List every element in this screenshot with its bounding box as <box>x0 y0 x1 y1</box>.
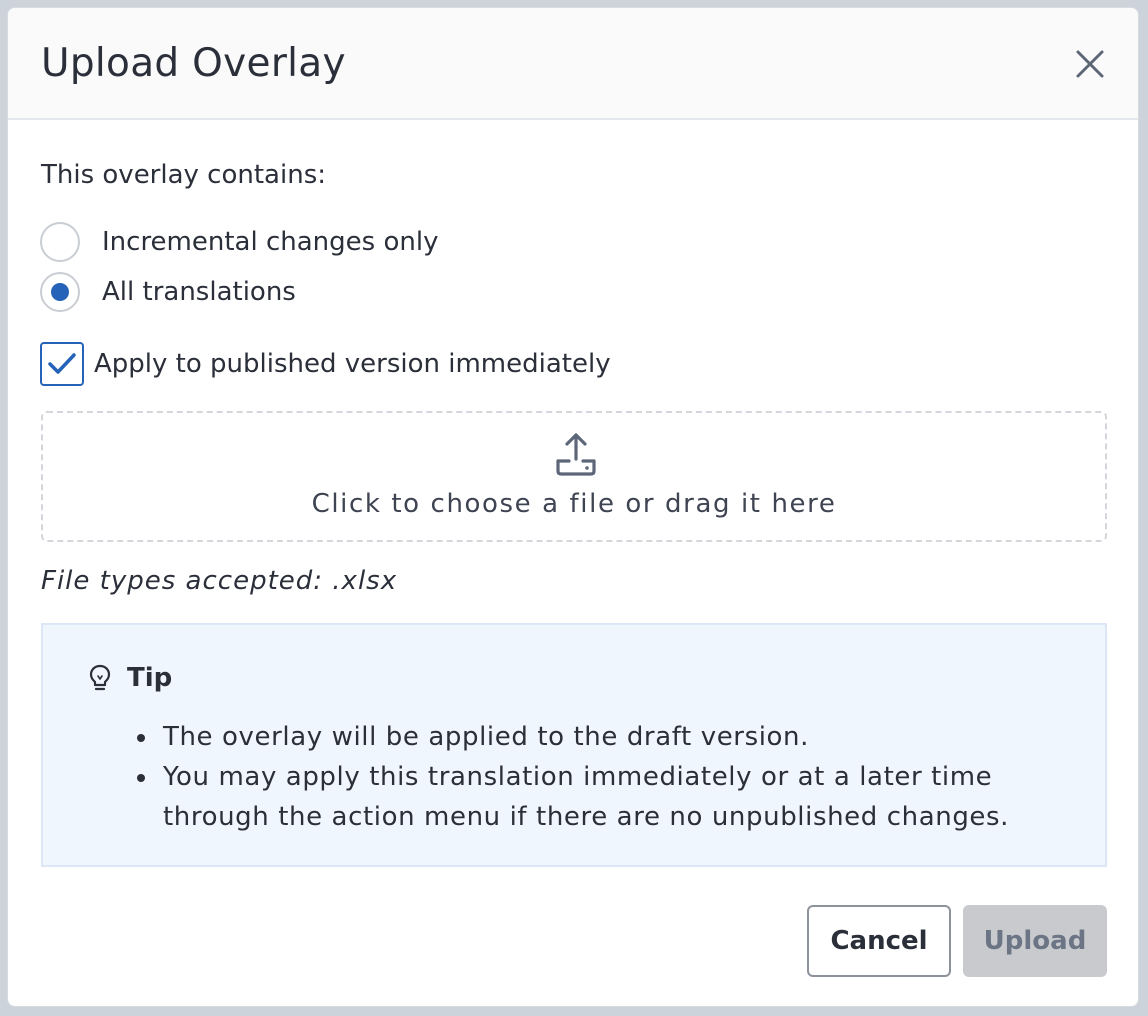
close-button[interactable] <box>1068 44 1112 84</box>
tip-item-apply-later: You may apply this translation immediate… <box>135 757 1085 837</box>
apply-immediately-label: Apply to published version immediately <box>94 349 611 379</box>
radio-incremental-changes[interactable]: Incremental changes only <box>40 220 438 264</box>
apply-immediately-checkbox[interactable] <box>40 342 84 386</box>
tip-item-draft: The overlay will be applied to the draft… <box>135 717 1085 757</box>
checkmark-icon <box>48 353 76 374</box>
radio-button-incremental[interactable] <box>40 222 80 262</box>
upload-icon <box>556 433 596 476</box>
cancel-button[interactable]: Cancel <box>807 905 951 977</box>
radio-label-all-translations: All translations <box>102 277 296 307</box>
overlay-contains-label: This overlay contains: <box>41 160 326 190</box>
apply-immediately-checkbox-row[interactable]: Apply to published version immediately <box>40 342 611 386</box>
file-dropzone[interactable]: Click to choose a file or drag it here <box>41 411 1107 542</box>
tip-heading: Tip <box>87 661 172 695</box>
close-icon <box>1076 50 1104 78</box>
dialog-title: Upload Overlay <box>41 41 346 86</box>
dropzone-text: Click to choose a file or drag it here <box>311 489 837 519</box>
tip-title: Tip <box>127 663 173 693</box>
upload-button[interactable]: Upload <box>963 905 1107 977</box>
tip-list: The overlay will be applied to the draft… <box>135 717 1085 837</box>
upload-overlay-dialog: Upload Overlay This overlay contains: In… <box>7 7 1139 1007</box>
file-types-note: File types accepted: .xlsx <box>41 566 398 596</box>
tip-box: Tip The overlay will be applied to the d… <box>41 623 1107 867</box>
radio-all-translations[interactable]: All translations <box>40 270 296 314</box>
radio-button-all-translations[interactable] <box>40 272 80 312</box>
lightbulb-icon <box>89 664 111 691</box>
dialog-header: Upload Overlay <box>8 8 1138 120</box>
radio-label-incremental: Incremental changes only <box>102 227 439 257</box>
